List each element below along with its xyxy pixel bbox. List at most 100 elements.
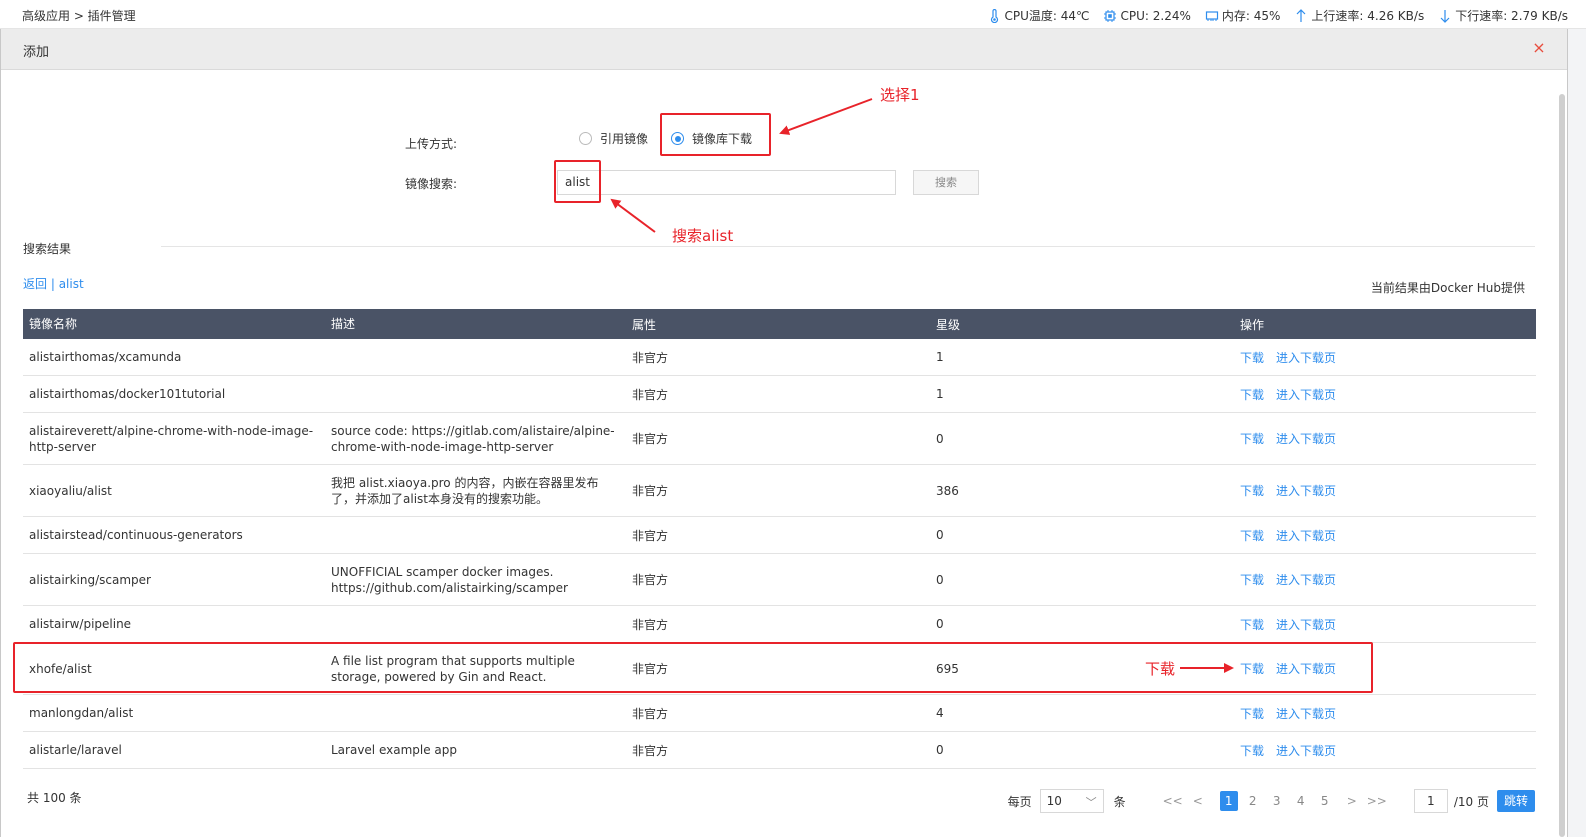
prev-page-button[interactable]: <	[1189, 794, 1207, 808]
download-link[interactable]: 下载	[1240, 349, 1264, 366]
download-page-link[interactable]: 进入下载页	[1276, 742, 1336, 759]
radio-label-reference: 引用镜像	[600, 132, 649, 146]
image-name: manlongdan/alist	[29, 706, 134, 720]
results-separator: |	[47, 277, 59, 291]
back-link[interactable]: 返回	[23, 277, 47, 291]
cpu-temp-stat: CPU温度: 44℃	[987, 7, 1089, 24]
image-attribute: 非官方	[632, 573, 669, 587]
results-title: 搜索结果	[23, 242, 72, 256]
download-link[interactable]: 下载	[1240, 705, 1264, 722]
table-row: alistairstead/continuous-generators 非官方 0 下…	[23, 517, 1536, 554]
radio-reference-image[interactable]: 引用镜像	[579, 130, 648, 147]
image-actions: 下载 进入下载页	[1232, 527, 1536, 544]
last-page-button[interactable]: >>	[1367, 794, 1387, 808]
first-page-button[interactable]: <<	[1163, 794, 1183, 808]
table-row: xiaoyaliu/alist 我把 alist.xiaoya.pro 的内容，内…	[23, 465, 1536, 517]
download-page-link[interactable]: 进入下载页	[1276, 705, 1336, 722]
download-link[interactable]: 下载	[1240, 482, 1264, 499]
header-actions: 操作	[1240, 317, 1265, 332]
download-page-link[interactable]: 进入下载页	[1276, 616, 1336, 633]
thermometer-icon	[991, 8, 999, 23]
image-attribute: 非官方	[632, 706, 669, 721]
image-actions: 下载 进入下载页	[1232, 386, 1536, 403]
dialog-scrollbar[interactable]	[1559, 94, 1565, 837]
image-actions: 下载 进入下载页	[1232, 430, 1536, 447]
image-name: alistairthomas/docker101tutorial	[29, 387, 226, 401]
annotation-search-text: 搜索alist	[672, 227, 734, 245]
close-button[interactable]: ×	[1529, 38, 1549, 58]
download-page-link[interactable]: 进入下载页	[1276, 527, 1336, 544]
image-actions: 下载 进入下载页	[1232, 482, 1536, 499]
page-button[interactable]: 1	[1219, 791, 1238, 811]
download-page-link[interactable]: 进入下载页	[1276, 482, 1336, 499]
download-page-link[interactable]: 进入下载页	[1276, 430, 1336, 447]
upload-mode-label: 上传方式:	[405, 137, 458, 151]
image-attribute: 非官方	[632, 387, 669, 402]
dialog-title: 添加	[23, 45, 50, 60]
header-stars: 星级	[936, 317, 961, 332]
image-actions: 下载 进入下载页	[1232, 571, 1536, 588]
per-page-value: 10	[1046, 794, 1062, 808]
search-button[interactable]: 搜索	[913, 170, 979, 195]
table-row: manlongdan/alist 非官方 4 下载 进入下载页	[23, 695, 1536, 732]
annotation-select-text: 选择1	[880, 86, 920, 104]
image-name: alistarle/laravel	[29, 743, 122, 757]
download-link[interactable]: 下载	[1240, 527, 1264, 544]
cpu-value: CPU: 2.24%	[1120, 8, 1191, 23]
image-stars: 0	[936, 572, 944, 587]
memory-icon	[1205, 10, 1218, 21]
download-link[interactable]: 下载	[1240, 742, 1264, 759]
download-page-link[interactable]: 进入下载页	[1276, 571, 1336, 588]
image-stars: 0	[936, 528, 944, 542]
page-button[interactable]: 4	[1292, 794, 1310, 808]
upload-stat: 上行速率: 4.26 KB/s	[1294, 7, 1424, 24]
total-pages: /10 页	[1453, 794, 1489, 809]
page-button[interactable]: 3	[1268, 794, 1286, 808]
image-attribute: 非官方	[632, 528, 669, 543]
image-actions: 下载 进入下载页	[1232, 705, 1536, 722]
image-attribute: 非官方	[632, 484, 669, 498]
annotation-download-text: 下载	[1145, 660, 1176, 678]
download-page-link[interactable]: 进入下载页	[1276, 349, 1336, 366]
goto-page-input[interactable]: 1	[1413, 789, 1448, 813]
header-description: 描述	[331, 317, 356, 331]
next-page-button[interactable]: >	[1343, 794, 1361, 808]
page-button[interactable]: 5	[1316, 794, 1334, 808]
table-header: 镜像名称 描述 属性 星级 操作	[23, 309, 1536, 339]
image-actions: 下载 进入下载页	[1232, 742, 1536, 759]
goto-button[interactable]: 跳转	[1496, 790, 1535, 812]
image-name: alistairstead/continuous-generators	[29, 528, 243, 542]
per-page-unit: 条	[1113, 794, 1126, 809]
download-link[interactable]: 下载	[1240, 386, 1264, 403]
download-link[interactable]: 下载	[1240, 571, 1264, 588]
results-query[interactable]: alist	[59, 277, 84, 291]
download-page-link[interactable]: 进入下载页	[1276, 386, 1336, 403]
image-stars: 0	[936, 617, 944, 631]
image-name: alistairw/pipeline	[29, 617, 132, 631]
table-row: alistairthomas/docker101tutorial 非官方 1 下载 进入…	[23, 376, 1536, 413]
image-name: xiaoyaliu/alist	[29, 483, 112, 498]
image-attribute: 非官方	[632, 350, 669, 365]
page-button[interactable]: 2	[1244, 794, 1262, 808]
header-name: 镜像名称	[29, 317, 78, 331]
table-row: alistarle/laravel Laravel example app 非官方 0…	[23, 732, 1536, 769]
image-description: Laravel example app	[331, 743, 458, 757]
radio-circle-reference[interactable]	[579, 132, 592, 145]
download-link[interactable]: 下载	[1240, 616, 1264, 633]
image-stars: 4	[936, 706, 944, 720]
results-divider	[161, 246, 1535, 247]
image-search-input[interactable]: alist	[557, 170, 896, 195]
breadcrumb[interactable]: 高级应用 > 插件管理	[22, 7, 136, 24]
image-stars: 386	[936, 483, 959, 498]
download-link[interactable]: 下载	[1240, 430, 1264, 447]
cpu-stat: CPU: 2.24%	[1103, 8, 1191, 23]
table-row: alistairw/pipeline 非官方 0 下载 进入下载页	[23, 606, 1536, 643]
download-stat: 下行速率: 2.79 KB/s	[1438, 7, 1568, 24]
results-table: 镜像名称 描述 属性 星级 操作 alistairthomas/xcamunda…	[23, 309, 1536, 769]
header-attribute: 属性	[632, 317, 657, 332]
per-page-select[interactable]: 10 ﹀	[1039, 789, 1104, 813]
image-search-label: 镜像搜索:	[405, 177, 458, 191]
image-stars: 0	[936, 743, 944, 757]
results-nav: 返回 | alist	[23, 275, 84, 292]
image-actions: 下载 进入下载页	[1232, 349, 1536, 366]
